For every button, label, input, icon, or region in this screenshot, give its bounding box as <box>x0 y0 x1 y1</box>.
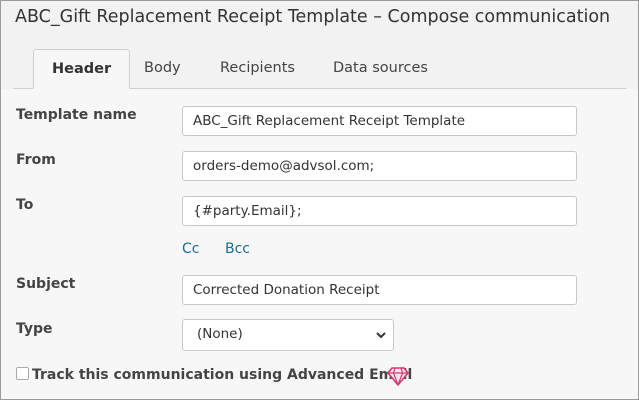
from-input[interactable]: orders-demo@advsol.com; <box>182 151 577 181</box>
tab-body[interactable]: Body <box>144 49 181 87</box>
type-label: Type <box>16 321 53 337</box>
header-tab-panel: Template name ABC_Gift Replacement Recei… <box>1 89 638 399</box>
to-input[interactable]: {#party.Email}; <box>182 196 577 226</box>
tab-header[interactable]: Header <box>33 49 131 89</box>
subject-label: Subject <box>16 276 76 292</box>
template-name-label: Template name <box>16 107 137 123</box>
chevron-down-icon <box>376 332 386 339</box>
bcc-link[interactable]: Bcc <box>225 241 250 257</box>
from-label: From <box>16 152 56 168</box>
tab-recipients[interactable]: Recipients <box>220 49 295 87</box>
page-title: ABC_Gift Replacement Receipt Template – … <box>15 7 611 27</box>
tab-data-sources[interactable]: Data sources <box>333 49 428 87</box>
type-select[interactable]: (None) <box>182 319 394 351</box>
gem-icon <box>387 367 409 386</box>
subject-input[interactable]: Corrected Donation Receipt <box>182 275 577 305</box>
track-option: Track this communication using Advanced … <box>16 367 412 383</box>
compose-communication-window: ABC_Gift Replacement Receipt Template – … <box>0 0 639 400</box>
type-select-value: (None) <box>197 326 243 342</box>
track-checkbox[interactable] <box>16 367 29 380</box>
template-name-input[interactable]: ABC_Gift Replacement Receipt Template <box>182 106 577 136</box>
tab-bar: Header Body Recipients Data sources <box>13 49 626 89</box>
cc-link[interactable]: Cc <box>182 241 199 257</box>
to-label: To <box>16 197 34 213</box>
track-label: Track this communication using Advanced … <box>32 367 413 383</box>
